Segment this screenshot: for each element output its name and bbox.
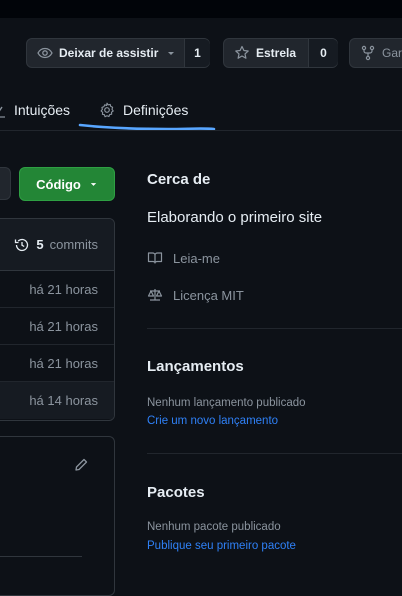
top-bar <box>0 0 402 18</box>
commit-label: commits <box>49 237 98 252</box>
hand-drawn-underline <box>78 120 218 134</box>
publish-package-link[interactable]: Publique seu primeiro pacote <box>147 540 296 552</box>
tab-bar-divider <box>0 130 402 131</box>
star-icon <box>234 45 250 61</box>
commit-row[interactable]: há 14 horas <box>0 382 114 419</box>
readme-divider <box>0 556 82 557</box>
commit-row[interactable]: há 21 horas <box>0 345 114 382</box>
book-icon <box>147 250 163 266</box>
watch-count[interactable]: 1 <box>184 39 210 67</box>
releases-empty: Nenhum lançamento publicado <box>147 397 306 409</box>
license-label: Licença MIT <box>173 287 244 303</box>
law-icon <box>147 287 163 303</box>
fork-label: Garfo <box>382 46 402 60</box>
graph-icon <box>0 102 6 118</box>
commit-time: há 14 horas <box>29 393 98 408</box>
create-release-link[interactable]: Crie um novo lançamento <box>147 415 278 427</box>
readme-label: Leia-me <box>173 250 220 266</box>
commit-row[interactable]: há 21 horas <box>0 271 114 308</box>
tab-insights-label: Intuições <box>14 102 71 118</box>
commits-link[interactable]: 5 commits <box>0 219 114 271</box>
fork-icon <box>360 45 376 61</box>
star-button[interactable]: Estrela 0 <box>223 38 338 68</box>
releases-divider <box>147 453 402 454</box>
chevron-down-icon <box>89 180 98 189</box>
commit-time: há 21 horas <box>29 281 98 297</box>
branch-button[interactable] <box>0 167 11 200</box>
history-icon <box>14 237 30 253</box>
commit-time: há 21 horas <box>29 318 98 334</box>
readme-link[interactable]: Leia-me <box>147 250 220 266</box>
commit-time: há 21 horas <box>29 355 98 371</box>
watch-label: Deixar de assistir <box>59 46 159 60</box>
packages-title[interactable]: Pacotes <box>147 484 205 501</box>
releases-title[interactable]: Lançamentos <box>147 358 244 375</box>
pencil-icon[interactable] <box>73 457 89 473</box>
chevron-down-icon <box>166 48 176 58</box>
about-description: Elaborando o primeiro site <box>147 209 323 226</box>
tab-settings-label: Definições <box>123 102 189 118</box>
gear-icon <box>99 102 115 118</box>
license-link[interactable]: Licença MIT <box>147 287 244 303</box>
code-button-label: Código <box>36 176 81 192</box>
commit-list: 5 commits há 21 horas há 21 horas há 21 … <box>0 218 115 421</box>
commit-count: 5 <box>36 237 44 252</box>
star-label: Estrela <box>256 46 297 60</box>
tab-insights[interactable]: Intuições <box>0 96 70 124</box>
about-divider <box>147 328 402 329</box>
fork-button[interactable]: Garfo <box>349 38 402 68</box>
star-count[interactable]: 0 <box>308 39 338 67</box>
commit-row[interactable]: há 21 horas <box>0 308 114 345</box>
code-button[interactable]: Código <box>19 167 115 201</box>
packages-empty: Nenhum pacote publicado <box>147 521 281 533</box>
about-title: Cerca de <box>147 171 211 188</box>
eye-icon <box>37 45 53 61</box>
watch-button[interactable]: Deixar de assistir 1 <box>26 38 210 68</box>
readme-panel <box>0 436 115 596</box>
